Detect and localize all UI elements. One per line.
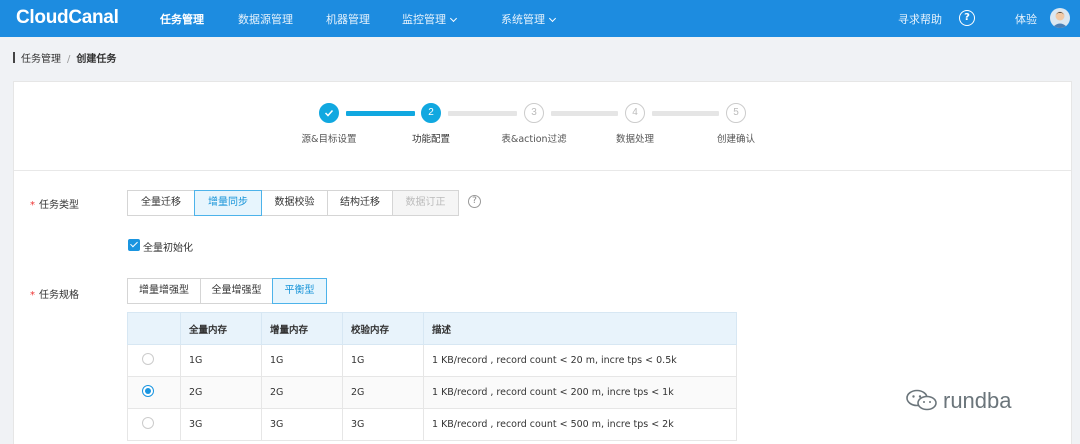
- spec-balanced-button[interactable]: 平衡型: [272, 278, 327, 304]
- breadcrumb-current: 创建任务: [76, 54, 117, 65]
- table-header-description: 描述: [423, 312, 737, 345]
- step-5-circle: 5: [726, 103, 746, 123]
- spec-incremental-enhanced-button[interactable]: 增量增强型: [127, 278, 201, 304]
- task-type-label: * 任务类型: [30, 200, 79, 211]
- table-cell: 3G: [342, 408, 424, 441]
- spec-radio[interactable]: [142, 385, 154, 397]
- table-cell: 1G: [180, 344, 262, 377]
- table-cell: 2G: [180, 376, 262, 409]
- table-row[interactable]: 3G 3G 3G 1 KB/record , record count < 50…: [127, 408, 737, 441]
- breadcrumb-parent[interactable]: 任务管理: [21, 54, 61, 65]
- logo[interactable]: CloudCanal: [16, 7, 119, 29]
- watermark: rundba: [905, 388, 1012, 414]
- task-type-incremental-sync-button[interactable]: 增量同步: [194, 190, 262, 216]
- divider: [14, 170, 1071, 171]
- table-cell: 3G: [180, 408, 262, 441]
- nav-item-machine-management[interactable]: 机器管理: [326, 11, 370, 27]
- task-type-data-verify-button[interactable]: 数据校验: [261, 190, 328, 216]
- step-1-label: 源&目标设置: [301, 134, 357, 145]
- task-type-data-correction-button: 数据订正: [392, 190, 459, 216]
- required-mark: *: [30, 200, 35, 211]
- table-cell: 2G: [342, 376, 424, 409]
- spec-table: 全量内存 增量内存 校验内存 描述 1G 1G 1G 1 KB/record ,…: [127, 312, 737, 441]
- full-init-checkbox-label[interactable]: 全量初始化: [143, 239, 193, 254]
- spec-full-enhanced-button[interactable]: 全量增强型: [200, 278, 273, 304]
- task-type-full-migration-button[interactable]: 全量迁移: [127, 190, 195, 216]
- task-type-button-group: 全量迁移 增量同步 数据校验 结构迁移 数据订正: [127, 190, 459, 216]
- required-mark: *: [30, 290, 35, 301]
- question-circle-icon[interactable]: ?: [959, 10, 975, 26]
- watermark-text: rundba: [943, 388, 1012, 413]
- table-cell-radio[interactable]: [127, 344, 181, 377]
- table-cell: 1G: [261, 344, 343, 377]
- table-cell: 3G: [261, 408, 343, 441]
- step-connector: [652, 111, 719, 116]
- table-cell-radio[interactable]: [127, 408, 181, 441]
- nav-item-datasource-management[interactable]: 数据源管理: [238, 11, 293, 27]
- step-2-label: 功能配置: [411, 134, 451, 145]
- breadcrumb: 任务管理 / 创建任务: [13, 50, 116, 65]
- step-3-label: 表&action过滤: [501, 134, 567, 145]
- nav-item-system-management[interactable]: 系统管理: [501, 11, 557, 27]
- table-header-incr-memory: 增量内存: [261, 312, 343, 345]
- table-row[interactable]: 1G 1G 1G 1 KB/record , record count < 20…: [127, 344, 737, 377]
- help-link[interactable]: 寻求帮助: [898, 11, 942, 27]
- spec-radio[interactable]: [142, 353, 154, 365]
- full-init-checkbox[interactable]: [128, 239, 140, 251]
- table-cell: 1 KB/record , record count < 500 m, incr…: [423, 408, 737, 441]
- task-spec-label: * 任务规格: [30, 290, 79, 301]
- table-cell: 1 KB/record , record count < 200 m, incr…: [423, 376, 737, 409]
- table-header-full-memory: 全量内存: [180, 312, 262, 345]
- task-spec-button-group: 增量增强型 全量增强型 平衡型: [127, 278, 327, 304]
- table-cell: 2G: [261, 376, 343, 409]
- question-circle-icon[interactable]: ?: [468, 195, 481, 208]
- nav-item-task-management[interactable]: 任务管理: [160, 11, 204, 27]
- table-header-row: 全量内存 增量内存 校验内存 描述: [127, 312, 737, 345]
- nav-item-monitor-management[interactable]: 监控管理: [402, 11, 458, 27]
- step-connector: [551, 111, 618, 116]
- table-cell-radio[interactable]: [127, 376, 181, 409]
- table-header-check-memory: 校验内存: [342, 312, 424, 345]
- table-cell: 1G: [342, 344, 424, 377]
- step-1-check-icon: [319, 103, 339, 123]
- step-5-label: 创建确认: [716, 134, 756, 145]
- table-cell: 1 KB/record , record count < 20 m, incre…: [423, 344, 737, 377]
- task-type-schema-migration-button[interactable]: 结构迁移: [327, 190, 393, 216]
- breadcrumb-separator: /: [67, 54, 71, 65]
- step-connector: [448, 111, 517, 116]
- step-4-circle: 4: [625, 103, 645, 123]
- breadcrumb-marker: [13, 52, 15, 63]
- top-navbar: CloudCanal 任务管理 数据源管理 机器管理 监控管理 系统管理 寻求帮…: [0, 0, 1080, 37]
- table-header-select: [127, 312, 181, 345]
- chevron-down-icon: [548, 14, 557, 23]
- table-row[interactable]: 2G 2G 2G 1 KB/record , record count < 20…: [127, 376, 737, 409]
- step-3-circle: 3: [524, 103, 544, 123]
- step-connector: [346, 111, 415, 116]
- chevron-down-icon: [449, 14, 458, 23]
- step-4-label: 数据处理: [615, 134, 655, 145]
- wechat-icon: [905, 389, 939, 411]
- user-name[interactable]: 体验: [1015, 11, 1037, 27]
- spec-radio[interactable]: [142, 417, 154, 429]
- avatar[interactable]: [1050, 8, 1070, 28]
- step-2-circle: 2: [421, 103, 441, 123]
